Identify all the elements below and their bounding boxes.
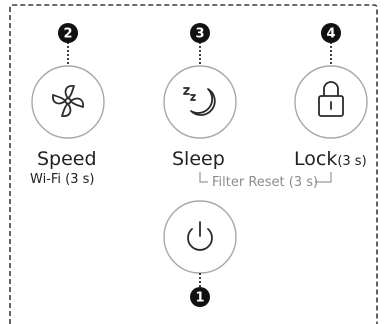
sleep-label: Sleep xyxy=(172,148,225,170)
marker-number-3: 3 xyxy=(195,27,204,42)
power-callout: 1 xyxy=(190,273,210,307)
control-panel-diagram: 2 3 4 1 Speed Wi-Fi (3 s) Sleep Lock(3 s… xyxy=(0,0,384,324)
lock-hold-time: (3 s) xyxy=(337,154,367,169)
marker-number-1: 1 xyxy=(195,291,204,306)
lock-label: Lock(3 s) xyxy=(294,150,367,169)
lock-label-text: Lock xyxy=(294,148,338,170)
speed-callout: 2 xyxy=(58,23,78,64)
power-button[interactable] xyxy=(163,200,237,274)
speed-button[interactable] xyxy=(31,65,105,139)
sleep-callout: 3 xyxy=(190,23,210,64)
sleep-button[interactable] xyxy=(163,65,237,139)
marker-number-2: 2 xyxy=(63,27,72,42)
marker-number-4: 4 xyxy=(326,27,335,42)
lock-callout: 4 xyxy=(321,23,341,64)
filter-reset-label: Filter Reset (3 s) xyxy=(212,175,319,190)
wifi-sublabel: Wi-Fi (3 s) xyxy=(30,172,95,187)
speed-label: Speed xyxy=(37,148,97,170)
